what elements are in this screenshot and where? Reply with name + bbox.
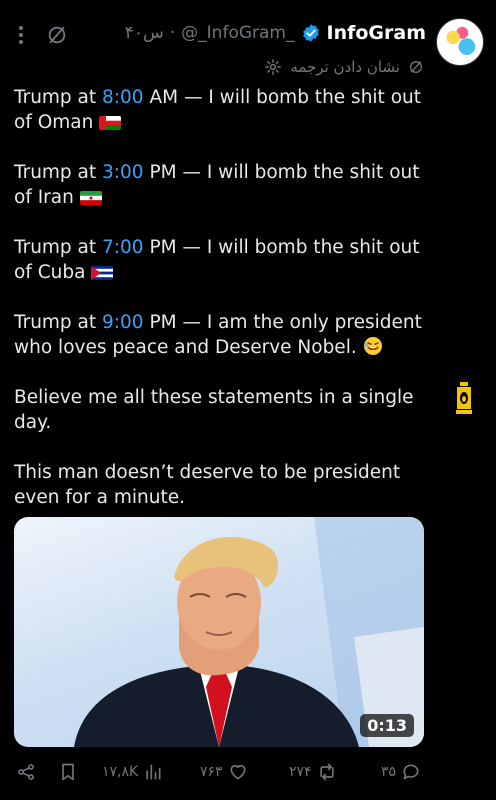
translate-slash-icon: [410, 61, 422, 73]
text-rest: PM — I am the only president: [143, 312, 422, 333]
text-rest: AM — I will bomb the shit out: [143, 87, 421, 108]
author-row: InfoGram @_InfoGram_ · ۴۰س: [125, 20, 426, 46]
display-name[interactable]: InfoGram: [327, 22, 427, 44]
text-line2: even for a minute.: [14, 486, 185, 508]
verified-badge-icon: [302, 24, 319, 42]
text-prefix: Trump at: [14, 162, 103, 183]
views-button[interactable]: ۱۷,۸K: [102, 762, 163, 782]
reply-icon: [403, 764, 419, 780]
reply-button[interactable]: ۳۵: [381, 762, 421, 782]
post-time[interactable]: ۴۰س: [125, 23, 164, 43]
tweet-body: Trump at 8:00 AM — I will bomb the shit …: [14, 86, 444, 536]
oman-flag-icon: [99, 115, 122, 130]
paragraph-cuba: Trump at 7:00 PM — I will bomb the shit …: [14, 236, 444, 285]
time-link[interactable]: 8:00: [102, 87, 144, 108]
text-rest: PM — I will bomb the shit out: [143, 162, 420, 183]
likes-count: ۷۶۳: [200, 764, 223, 780]
heart-icon: [230, 764, 246, 780]
time-link[interactable]: 9:00: [102, 312, 144, 333]
views-count: ۱۷,۸K: [102, 764, 139, 780]
grok-icon[interactable]: [46, 24, 68, 46]
text-prefix: Trump at: [14, 237, 103, 258]
text-prefix: Trump at: [14, 87, 103, 108]
avatar[interactable]: [436, 18, 484, 66]
text-prefix: Trump at: [14, 312, 103, 333]
like-button[interactable]: ۷۶۳: [200, 762, 248, 782]
share-icon: [18, 764, 34, 780]
paragraph-deserve: This man doesn’t deserve to be president…: [14, 461, 444, 510]
retweet-button[interactable]: ۲۷۴: [289, 762, 337, 782]
cuba-flag-icon: [91, 265, 114, 280]
bookmark-icon: [62, 763, 74, 781]
time-link[interactable]: 7:00: [102, 237, 144, 258]
retweet-icon: [319, 763, 334, 781]
iran-flag-icon: [79, 190, 102, 205]
text-line2: of Oman: [14, 111, 94, 133]
more-options-icon[interactable]: [18, 25, 24, 45]
time-link[interactable]: 3:00: [102, 162, 144, 183]
text-line2: who loves peace and Deserve Nobel.: [14, 336, 357, 358]
separator: ·: [169, 23, 176, 43]
text-rest: PM — I will bomb the shit out: [143, 237, 420, 258]
paragraph-nobel: Trump at 9:00 PM — I am the only preside…: [14, 311, 444, 360]
video-duration: 0:13: [360, 714, 414, 737]
video-thumbnail[interactable]: 0:13: [14, 517, 424, 747]
photo-illustration: [74, 517, 424, 747]
translate-row[interactable]: نشان دادن ترجمه: [264, 58, 424, 76]
views-icon: [146, 764, 161, 780]
text-line2: of Iran: [14, 186, 74, 208]
paragraph-believe: Believe me all these statements in a sin…: [14, 386, 444, 435]
paragraph-iran: Trump at 3:00 PM — I will bomb the shit …: [14, 161, 444, 210]
paragraph-oman: Trump at 8:00 AM — I will bomb the shit …: [14, 86, 444, 135]
action-bar: ۱۷,۸K ۷۶۳ ۲۷۴ ۳۵: [0, 758, 496, 790]
retweets-count: ۲۷۴: [289, 764, 312, 780]
bookmark-button[interactable]: [58, 762, 78, 782]
rofl-emoji-icon: [363, 336, 382, 355]
tweet-header: InfoGram @_InfoGram_ · ۴۰س نشان دادن ترج…: [0, 0, 496, 95]
text-line2: day.: [14, 411, 52, 433]
lantern-icon[interactable]: [453, 380, 475, 416]
replies-count: ۳۵: [381, 764, 397, 780]
show-translation-label[interactable]: نشان دادن ترجمه: [290, 58, 400, 76]
gear-icon[interactable]: [264, 58, 282, 76]
text-line2: of Cuba: [14, 261, 86, 283]
text-line1: This man doesn’t deserve to be president: [14, 462, 401, 483]
handle[interactable]: @_InfoGram_: [181, 23, 294, 43]
share-button[interactable]: [16, 762, 36, 782]
text-line1: Believe me all these statements in a sin…: [14, 387, 414, 408]
